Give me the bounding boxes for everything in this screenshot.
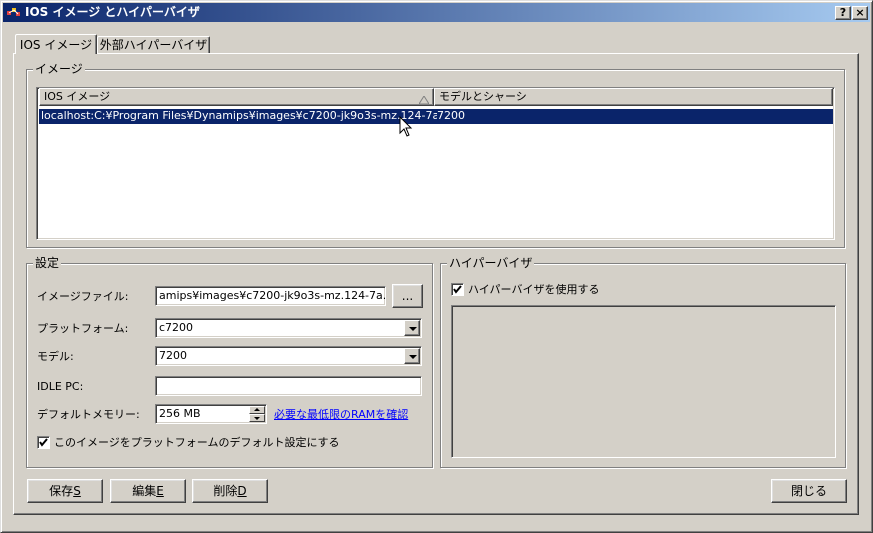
image-file-input[interactable]: amips¥images¥c7200-jk9o3s-mz.124-7a.bin: [155, 286, 386, 306]
image-file-value: amips¥images¥c7200-jk9o3s-mz.124-7a.bin: [159, 289, 385, 302]
mouse-cursor-icon: [399, 115, 413, 141]
app-icon: [7, 7, 21, 18]
save-button[interactable]: 保存S: [27, 479, 103, 503]
platform-select[interactable]: c7200: [155, 318, 422, 338]
close-window-button[interactable]: ×: [852, 6, 868, 20]
images-group-legend: イメージ: [33, 62, 85, 76]
hypervisor-list[interactable]: [451, 305, 836, 458]
platform-value: c7200: [159, 321, 194, 334]
tab-external-hypervisor[interactable]: 外部ハイパーバイザ: [97, 36, 210, 53]
checkmark-icon: [39, 438, 48, 447]
idle-pc-input[interactable]: [155, 376, 422, 396]
save-key: S: [73, 484, 81, 498]
model-label: モデル:: [37, 350, 74, 363]
default-ram-stepper[interactable]: 256 MB: [155, 404, 267, 424]
model-select[interactable]: 7200: [155, 346, 422, 366]
images-list[interactable]: IOS イメージ モデルとシャーシ localhost:C:¥Program F…: [36, 87, 835, 240]
settings-group-legend: 設定: [33, 256, 62, 270]
help-button[interactable]: ?: [835, 6, 851, 20]
spin-down-icon[interactable]: [249, 414, 265, 422]
column-header-model[interactable]: モデルとシャーシ: [434, 88, 833, 106]
default-platform-label[interactable]: このイメージをプラットフォームのデフォルト設定にする: [54, 436, 340, 450]
window-title: IOS イメージ とハイパーバイザ: [25, 5, 200, 19]
edit-key: E: [156, 484, 164, 498]
default-ram-label: デフォルトメモリー:: [37, 408, 140, 421]
default-platform-checkbox[interactable]: [37, 436, 50, 449]
close-button[interactable]: 閉じる: [771, 479, 847, 503]
model-value: 7200: [159, 349, 187, 362]
browse-button[interactable]: ...: [392, 284, 423, 308]
image-file-label: イメージファイル:: [37, 290, 129, 303]
chevron-down-icon[interactable]: [404, 348, 420, 364]
idle-pc-label: IDLE PC:: [37, 380, 84, 393]
row-model: 7200: [437, 109, 465, 123]
platform-label: プラットフォーム:: [37, 322, 129, 335]
spin-up-icon[interactable]: [249, 406, 265, 414]
edit-text: 編集: [132, 484, 157, 498]
sort-ascending-icon: [418, 93, 430, 109]
chevron-down-icon[interactable]: [404, 320, 420, 336]
tab-ios-images[interactable]: IOS イメージ: [15, 34, 97, 54]
delete-text: 削除: [213, 484, 238, 498]
column-header-ios-image[interactable]: IOS イメージ: [39, 88, 434, 106]
title-bar[interactable]: IOS イメージ とハイパーバイザ ? ×: [3, 3, 870, 22]
row-image-path: localhost:C:¥Program Files¥Dynamips¥imag…: [41, 109, 460, 123]
edit-button[interactable]: 編集E: [110, 479, 186, 503]
delete-key: D: [237, 484, 247, 498]
delete-button[interactable]: 削除D: [192, 479, 268, 503]
table-row[interactable]: localhost:C:¥Program Files¥Dynamips¥imag…: [39, 109, 833, 124]
use-hypervisor-label[interactable]: ハイパーバイザを使用する: [468, 283, 599, 297]
checkmark-icon: [453, 285, 462, 294]
column-header-label: IOS イメージ: [44, 90, 111, 103]
save-text: 保存: [49, 484, 74, 498]
check-ram-link[interactable]: 必要な最低限のRAMを確認: [274, 408, 408, 422]
use-hypervisor-checkbox[interactable]: [451, 283, 464, 296]
hypervisor-group-legend: ハイパーバイザ: [447, 256, 535, 270]
